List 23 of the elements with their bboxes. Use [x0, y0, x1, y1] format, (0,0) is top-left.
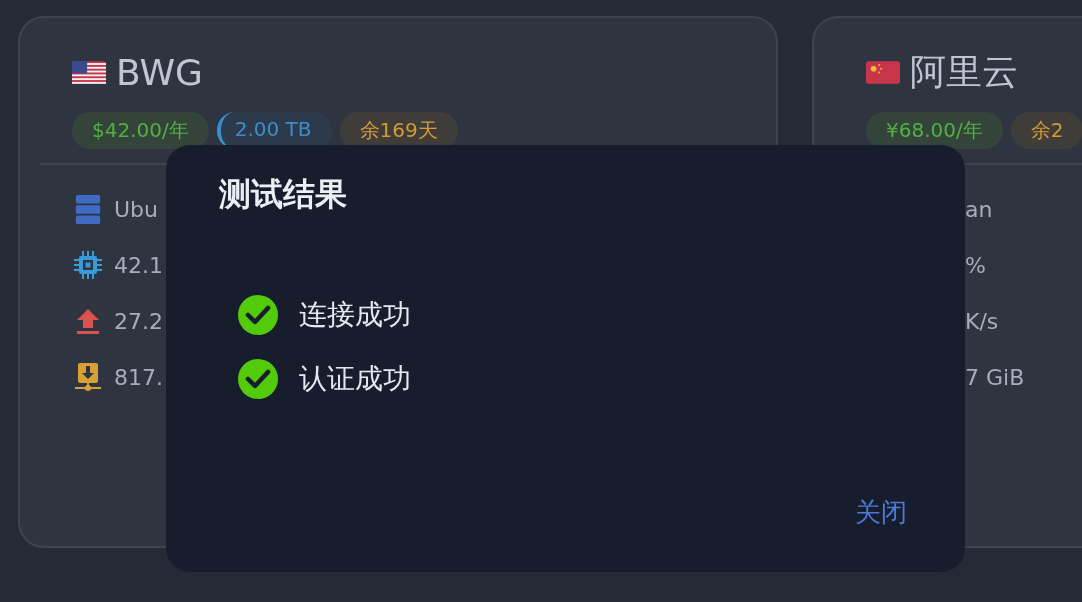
stat-value: K/s — [965, 308, 999, 334]
upload-icon — [74, 306, 102, 336]
result-text: 连接成功 — [299, 297, 411, 333]
stat-value: 42.1 — [114, 252, 163, 278]
result-text: 认证成功 — [299, 361, 411, 397]
cpu-icon — [74, 250, 102, 280]
close-button[interactable]: 关闭 — [851, 491, 911, 534]
stat-value: Ubu — [114, 196, 158, 222]
stat-value: 7 GiB — [965, 364, 1025, 390]
china-flag-icon — [866, 60, 900, 84]
download-icon — [74, 362, 102, 392]
price-badge: ¥68.00/年 — [866, 112, 1003, 149]
us-flag-icon — [72, 60, 106, 84]
stat-value: 27.2 — [114, 308, 163, 334]
server-name: 阿里云 — [910, 49, 1018, 94]
dialog-title: 测试结果 — [219, 174, 348, 215]
price-badge: $42.00/年 — [72, 112, 209, 149]
server-name: BWG — [116, 51, 203, 93]
stat-value: an — [965, 196, 993, 222]
stat-value: % — [965, 252, 986, 278]
days-badge: 余2 — [1010, 112, 1082, 149]
server-icon — [74, 194, 102, 224]
stat-value: 817. — [114, 364, 163, 390]
